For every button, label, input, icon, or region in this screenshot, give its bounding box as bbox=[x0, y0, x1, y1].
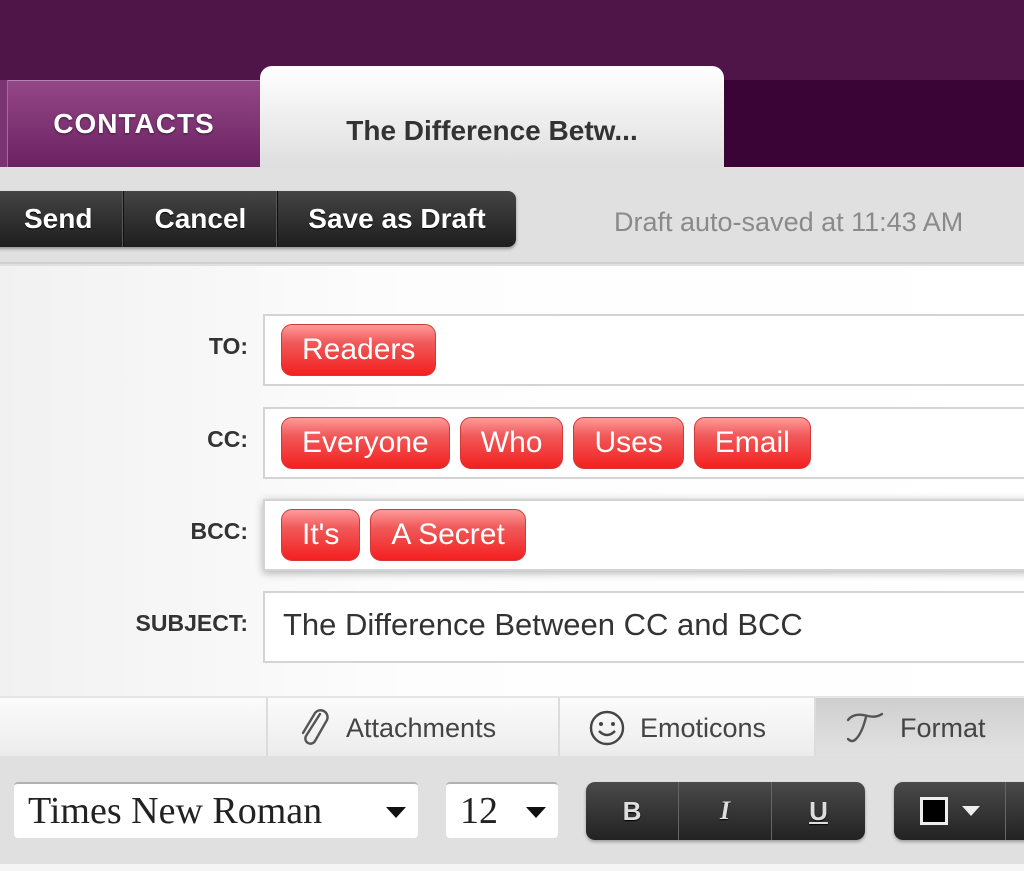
emoticons-tab[interactable]: Emoticons bbox=[558, 698, 814, 758]
format-toolbar: Times New Roman 12 B I U bbox=[0, 756, 1024, 871]
font-family-value: Times New Roman bbox=[28, 790, 323, 832]
cancel-button[interactable]: Cancel bbox=[123, 191, 278, 247]
tab-compose-message[interactable]: The Difference Betw... bbox=[260, 66, 724, 168]
italic-button[interactable]: I bbox=[679, 782, 772, 840]
cc-label: CC: bbox=[207, 426, 248, 452]
compose-toolbar: Send Cancel Save as Draft Draft auto-sav… bbox=[0, 167, 1024, 264]
subject-input[interactable]: The Difference Between CC and BCC bbox=[263, 591, 1024, 663]
more-format-button[interactable] bbox=[1006, 782, 1024, 840]
tab-contacts[interactable]: CONTACTS bbox=[8, 80, 260, 167]
tab-previous-edge[interactable] bbox=[0, 80, 8, 167]
font-size-value: 12 bbox=[460, 790, 498, 832]
bcc-label: BCC: bbox=[190, 518, 249, 544]
text-color-button[interactable] bbox=[894, 782, 1006, 840]
attachment-bar: Attachments Emoticons Format bbox=[0, 696, 1024, 758]
recipient-chip[interactable]: Uses bbox=[573, 417, 684, 469]
caret-down-icon bbox=[961, 806, 980, 816]
to-field[interactable]: Readers bbox=[263, 314, 1024, 386]
bold-button[interactable]: B bbox=[586, 782, 679, 840]
color-swatch-icon bbox=[919, 797, 948, 825]
chevron-down-icon bbox=[386, 807, 406, 818]
recipient-chip[interactable]: Readers bbox=[281, 324, 437, 376]
recipient-chip[interactable]: Everyone bbox=[281, 417, 450, 469]
format-label: Format bbox=[900, 712, 986, 743]
bcc-field[interactable]: It's A Secret bbox=[263, 499, 1024, 571]
font-size-select[interactable]: 12 bbox=[446, 782, 558, 838]
recipient-chip[interactable]: A Secret bbox=[370, 509, 526, 561]
recipient-chip[interactable]: Email bbox=[693, 417, 811, 469]
attachments-tab[interactable]: Attachments bbox=[266, 698, 560, 758]
color-group bbox=[894, 782, 1024, 840]
subject-label: SUBJECT: bbox=[135, 610, 248, 636]
chevron-down-icon bbox=[526, 807, 546, 818]
cc-field[interactable]: Everyone Who Uses Email bbox=[263, 407, 1024, 479]
action-button-group: Send Cancel Save as Draft bbox=[0, 191, 516, 247]
editor-body-edge bbox=[0, 864, 1024, 871]
send-button[interactable]: Send bbox=[0, 191, 124, 247]
font-family-select[interactable]: Times New Roman bbox=[14, 782, 418, 838]
to-label: TO: bbox=[208, 333, 248, 359]
recipient-chip[interactable]: It's bbox=[281, 509, 361, 561]
paperclip-icon bbox=[298, 708, 332, 748]
format-tab[interactable]: Format bbox=[814, 698, 1024, 758]
autosave-status: Draft auto-saved at 11:43 AM bbox=[614, 207, 964, 237]
text-style-group: B I U bbox=[586, 782, 865, 840]
subject-value: The Difference Between CC and BCC bbox=[283, 607, 803, 642]
compose-form: TO: Readers CC: Everyone Who Uses Email … bbox=[0, 266, 1024, 696]
smiley-icon bbox=[588, 709, 626, 747]
underline-button[interactable]: U bbox=[772, 782, 865, 840]
attachments-label: Attachments bbox=[346, 712, 497, 743]
emoticons-label: Emoticons bbox=[640, 712, 767, 743]
script-t-icon bbox=[842, 710, 886, 746]
save-draft-button[interactable]: Save as Draft bbox=[277, 191, 515, 247]
recipient-chip[interactable]: Who bbox=[459, 417, 564, 469]
